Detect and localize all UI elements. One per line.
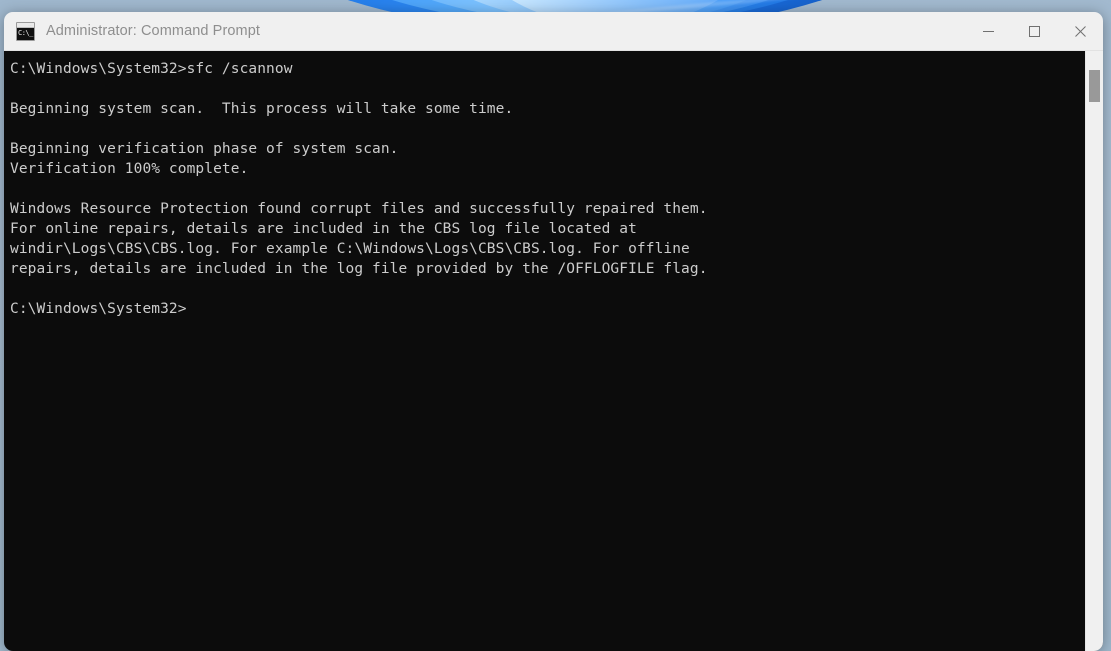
console-line: repairs, details are included in the log… (10, 261, 708, 277)
console-area[interactable]: C:\Windows\System32>sfc /scannow Beginnin… (4, 51, 1103, 651)
screen: ··· C:\_ Administrator: Command Prompt C… (0, 0, 1111, 651)
scrollbar-thumb[interactable] (1089, 70, 1100, 102)
close-button[interactable] (1057, 12, 1103, 50)
maximize-button[interactable] (1011, 12, 1057, 50)
console-line: Beginning verification phase of system s… (10, 141, 399, 157)
command-prompt-window: ··· C:\_ Administrator: Command Prompt C… (4, 12, 1103, 651)
icon-prompt-text: C:\_ (17, 27, 34, 40)
command-prompt-icon: ··· C:\_ (16, 21, 35, 41)
console-output[interactable]: C:\Windows\System32>sfc /scannow Beginnin… (4, 51, 1085, 651)
maximize-icon (1028, 25, 1040, 37)
close-icon (1074, 25, 1086, 37)
console-line: C:\Windows\System32>sfc /scannow (10, 61, 293, 77)
console-scrollbar[interactable] (1085, 51, 1103, 651)
console-line: Verification 100% complete. (10, 161, 249, 177)
minimize-button[interactable] (965, 12, 1011, 50)
console-line: windir\Logs\CBS\CBS.log. For example C:\… (10, 241, 690, 257)
console-line: Beginning system scan. This process will… (10, 101, 514, 117)
console-line: For online repairs, details are included… (10, 221, 637, 237)
minimize-icon (982, 30, 994, 32)
window-title: Administrator: Command Prompt (46, 23, 261, 39)
console-line: Windows Resource Protection found corrup… (10, 201, 708, 217)
icon-dots: ··· (28, 22, 33, 27)
window-titlebar[interactable]: ··· C:\_ Administrator: Command Prompt (4, 12, 1103, 51)
console-line: C:\Windows\System32> (10, 301, 187, 317)
window-controls (965, 12, 1103, 50)
